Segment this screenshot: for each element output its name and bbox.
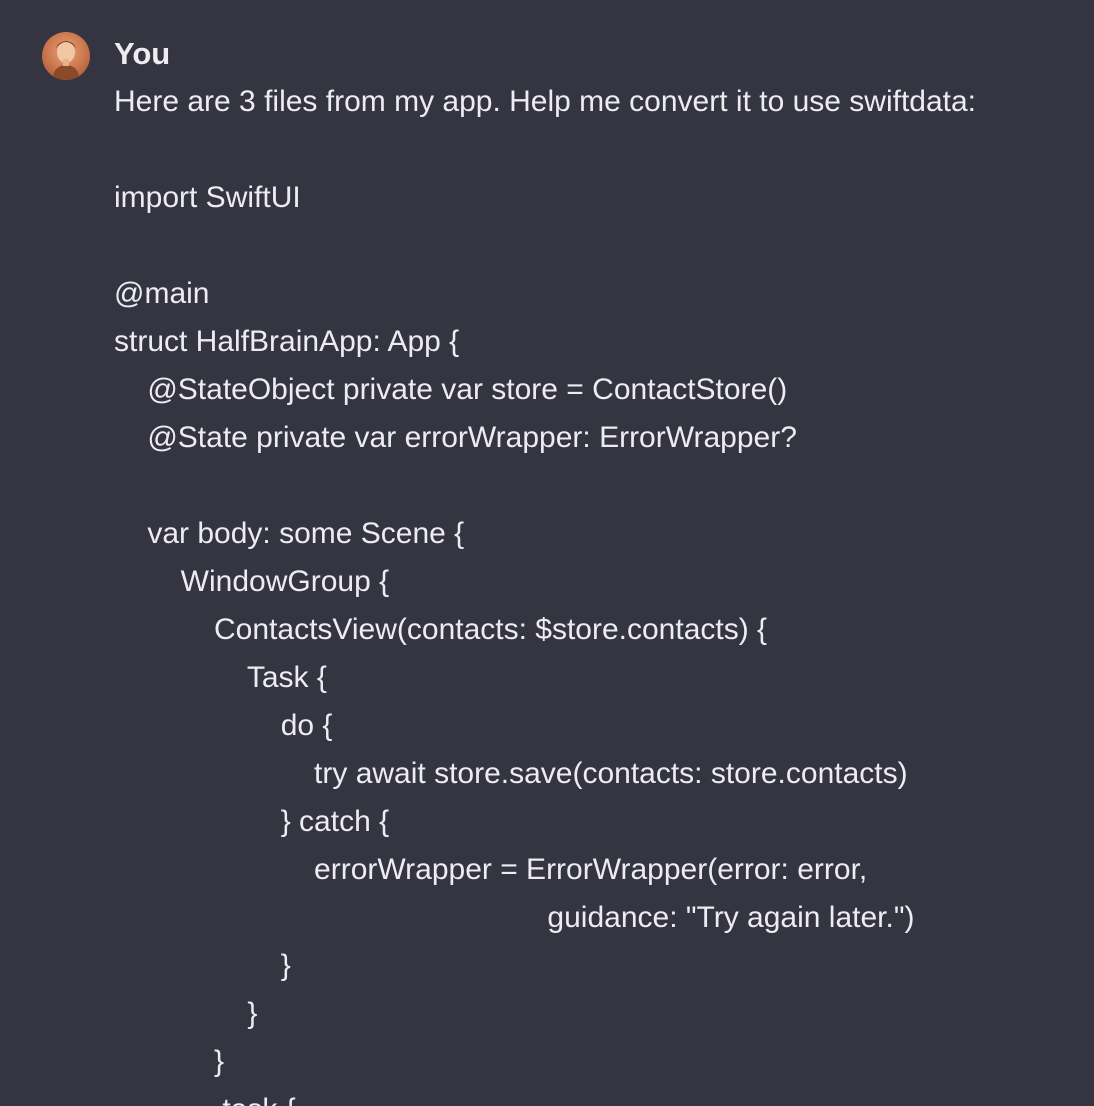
- message-line: @main: [114, 277, 210, 310]
- chat-view: You Here are 3 files from my app. Help m…: [0, 0, 1094, 1106]
- message-line: [114, 228, 1074, 276]
- message-line: Task {: [114, 661, 327, 694]
- message-line: @StateObject private var store = Contact…: [114, 373, 788, 406]
- message-body: Here are 3 files from my app. Help me co…: [114, 84, 1074, 1106]
- message-line: @State private var errorWrapper: ErrorWr…: [114, 421, 797, 454]
- message-line: Here are 3 files from my app. Help me co…: [114, 85, 977, 118]
- message-line: do {: [114, 709, 333, 742]
- message-author: You: [114, 36, 171, 71]
- message-line: } catch {: [114, 805, 390, 838]
- message-line: WindowGroup {: [114, 565, 390, 598]
- user-avatar: [42, 32, 90, 80]
- message-line: errorWrapper = ErrorWrapper(error: error…: [114, 853, 868, 886]
- avatar-portrait-icon: [52, 41, 80, 80]
- message-line: }: [114, 949, 291, 982]
- message-line: }: [114, 997, 258, 1030]
- message-line: import SwiftUI: [114, 181, 301, 214]
- message-line: [114, 468, 1074, 516]
- message-line: .task {: [114, 1092, 1074, 1106]
- message-line: struct HalfBrainApp: App {: [114, 325, 460, 358]
- message-line: guidance: "Try again later."): [114, 901, 915, 934]
- message-line: var body: some Scene {: [114, 517, 465, 550]
- message-line: try await store.save(contacts: store.con…: [114, 757, 908, 790]
- message-line: }: [114, 1045, 225, 1078]
- message-line: [114, 132, 1074, 180]
- message-line: ContactsView(contacts: $store.contacts) …: [114, 613, 768, 646]
